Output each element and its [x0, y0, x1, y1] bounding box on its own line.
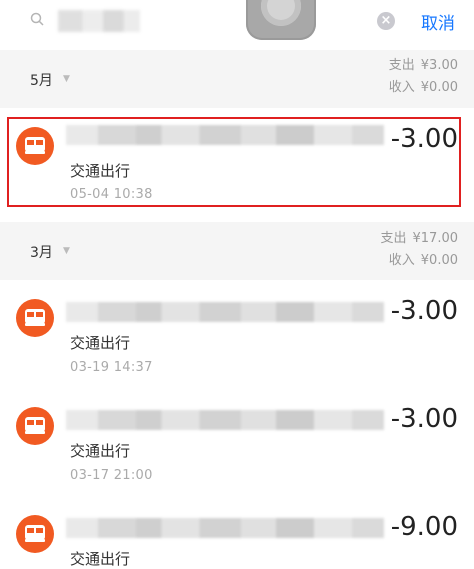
- transaction-row[interactable]: -3.00 交通出行 03-19 14:37: [0, 280, 474, 388]
- expense-label: 支出: [388, 58, 415, 73]
- merchant-name: [66, 518, 384, 538]
- amount: -3.00: [390, 296, 458, 326]
- cancel-button[interactable]: 取消: [421, 9, 455, 34]
- bus-icon: [16, 407, 54, 445]
- merchant-name: [66, 410, 384, 430]
- bus-icon: [16, 515, 54, 553]
- highlight-box: [7, 117, 461, 207]
- chevron-down-icon: ▼: [63, 74, 70, 84]
- expense-value: ¥17.00: [412, 231, 459, 246]
- month-summary: 支出 ¥17.00 收入 ¥0.00: [374, 228, 458, 272]
- month-header-may[interactable]: 5月 ▼ 支出 ¥3.00 收入 ¥0.00: [0, 50, 474, 108]
- month-summary: 支出 ¥3.00 收入 ¥0.00: [383, 55, 458, 99]
- chevron-down-icon: ▼: [63, 246, 70, 256]
- month-label: 3月: [30, 245, 53, 261]
- merchant-name: [66, 302, 384, 322]
- category-label: 交通出行: [70, 334, 131, 352]
- month-header-march[interactable]: 3月 ▼ 支出 ¥17.00 收入 ¥0.00: [0, 222, 474, 280]
- income-label: 收入: [388, 80, 415, 95]
- search-icon: [30, 12, 44, 26]
- income-label: 收入: [388, 253, 415, 268]
- timestamp: 03-19 14:37: [70, 360, 153, 375]
- amount: -9.00: [390, 512, 458, 542]
- search-input[interactable]: [58, 10, 140, 32]
- amount: -3.00: [390, 404, 458, 434]
- timestamp: 03-17 21:00: [70, 468, 153, 483]
- clear-icon[interactable]: ×: [377, 12, 395, 30]
- expense-value: ¥3.00: [420, 58, 458, 73]
- transaction-row[interactable]: -9.00 交通出行: [0, 496, 474, 568]
- assistive-touch-button[interactable]: [246, 0, 316, 40]
- expense-label: 支出: [380, 231, 407, 246]
- search-bar: × 取消: [0, 0, 474, 46]
- bus-icon: [16, 299, 54, 337]
- month-label: 5月: [30, 73, 53, 89]
- income-value: ¥0.00: [420, 80, 458, 95]
- income-value: ¥0.00: [420, 253, 458, 268]
- category-label: 交通出行: [70, 442, 131, 460]
- transaction-row[interactable]: -3.00 交通出行 03-17 21:00: [0, 388, 474, 496]
